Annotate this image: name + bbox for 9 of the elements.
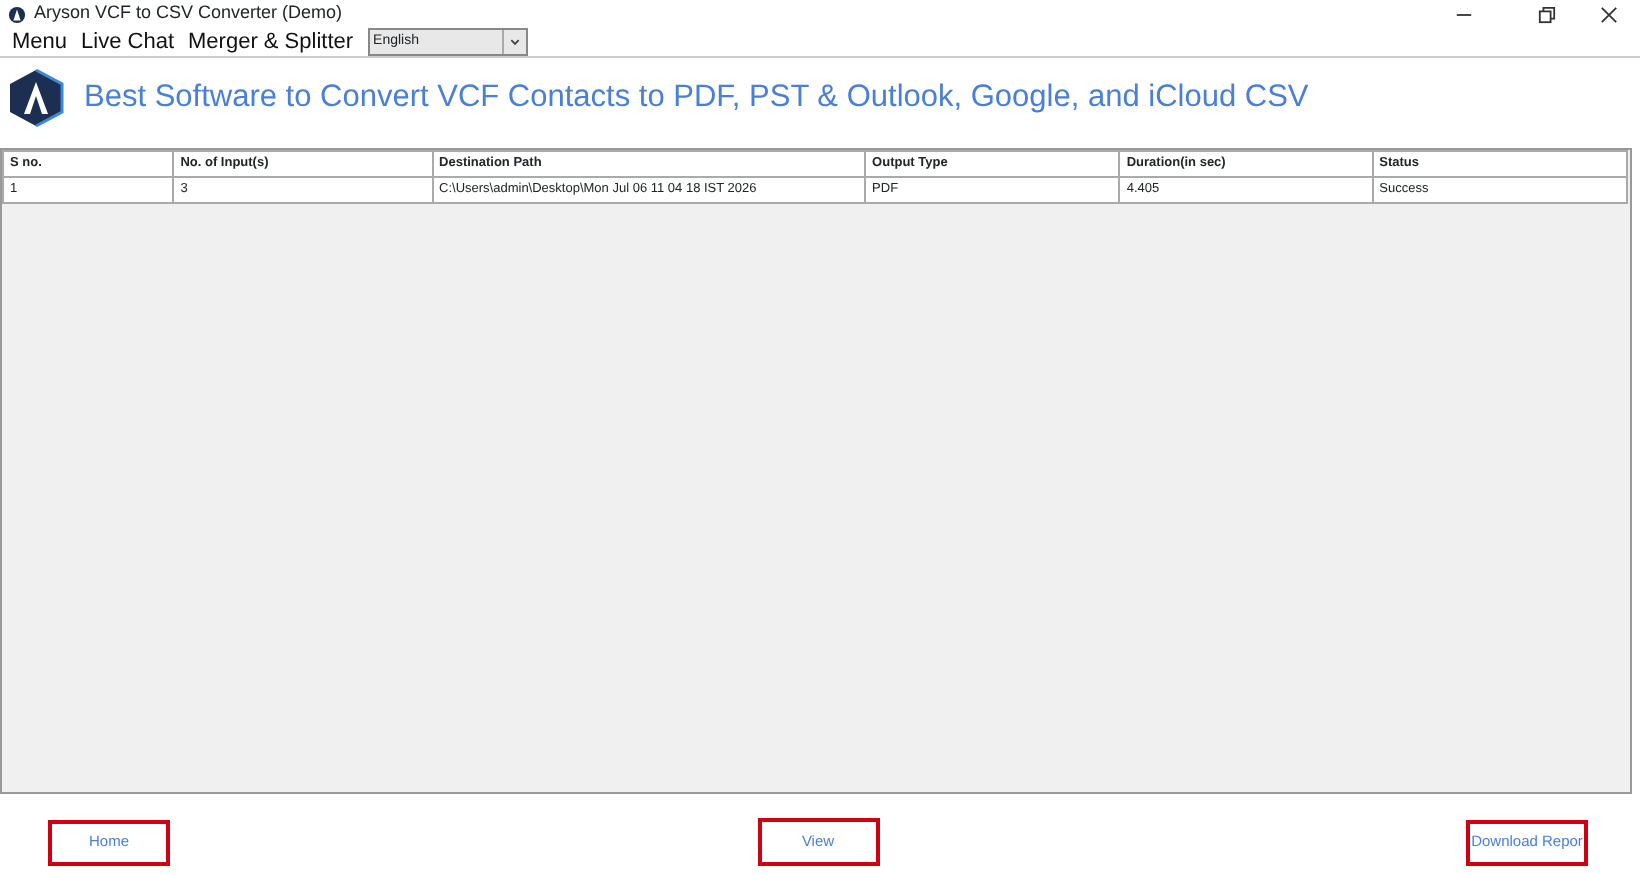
menu-item[interactable]: Live Chat [81,25,175,59]
restore-icon[interactable] [1538,5,1556,23]
logo-icon [8,68,64,128]
menu-item[interactable]: Menu [12,25,68,59]
close-icon[interactable] [1600,5,1618,23]
window-title: Aryson VCF to CSV Converter (Demo) [34,0,343,27]
menu-item[interactable]: Merger & Splitter [188,25,354,59]
app-icon [8,5,26,23]
header-title: Best Software to Convert VCF Contacts to PDF, PST & Outlook, Google, and iCloud CSV [84,78,1309,119]
